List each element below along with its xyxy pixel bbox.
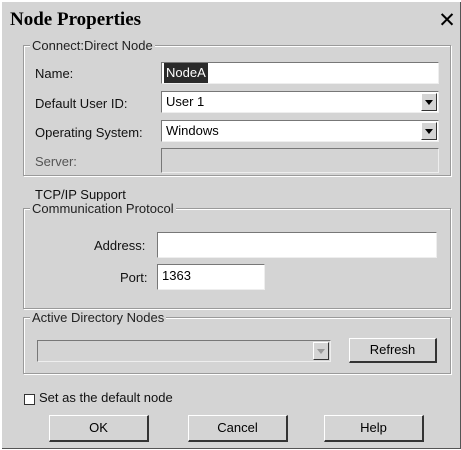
port-value: 1363 <box>162 268 191 283</box>
default-user-id-label: Default User ID: <box>35 96 128 111</box>
name-field[interactable]: NodeA <box>161 62 439 84</box>
default-user-id-dropdown-button[interactable] <box>421 93 437 111</box>
active-directory-nodes-select <box>37 340 331 362</box>
connect-direct-node-legend: Connect:Direct Node <box>30 38 155 53</box>
title-bar: Node Properties ✕ <box>2 2 460 36</box>
port-field[interactable]: 1363 <box>157 264 265 290</box>
chevron-down-icon <box>317 349 325 354</box>
operating-system-select[interactable]: Windows <box>161 120 439 142</box>
default-user-id-select[interactable]: User 1 <box>161 91 439 113</box>
communication-protocol-legend: Communication Protocol <box>30 201 176 216</box>
close-icon[interactable]: ✕ <box>437 10 457 31</box>
ok-button[interactable]: OK <box>49 415 149 442</box>
node-properties-dialog: Node Properties ✕ Connect:Direct Node Na… <box>2 2 461 449</box>
default-node-checkbox[interactable] <box>24 394 35 405</box>
active-directory-nodes-legend: Active Directory Nodes <box>30 310 167 325</box>
operating-system-dropdown-button[interactable] <box>421 122 437 140</box>
chevron-down-icon <box>425 129 433 134</box>
default-user-id-value: User 1 <box>166 94 205 109</box>
cancel-button[interactable]: Cancel <box>188 415 288 442</box>
chevron-down-icon <box>425 100 433 105</box>
server-label: Server: <box>35 154 77 169</box>
address-field[interactable] <box>157 232 437 258</box>
operating-system-value: Windows <box>166 123 219 138</box>
name-label: Name: <box>35 66 74 81</box>
address-label: Address: <box>94 238 146 253</box>
name-value: NodeA <box>164 63 208 83</box>
default-node-label: Set as the default node <box>39 390 173 405</box>
server-field <box>161 148 439 173</box>
active-directory-nodes-dropdown-button <box>313 342 329 360</box>
operating-system-label: Operating System: <box>35 125 143 140</box>
port-label: Port: <box>120 270 148 285</box>
help-button[interactable]: Help <box>324 415 424 442</box>
dialog-title: Node Properties <box>10 9 142 30</box>
refresh-button[interactable]: Refresh <box>349 338 437 363</box>
tcpip-support-heading: TCP/IP Support <box>35 187 126 202</box>
